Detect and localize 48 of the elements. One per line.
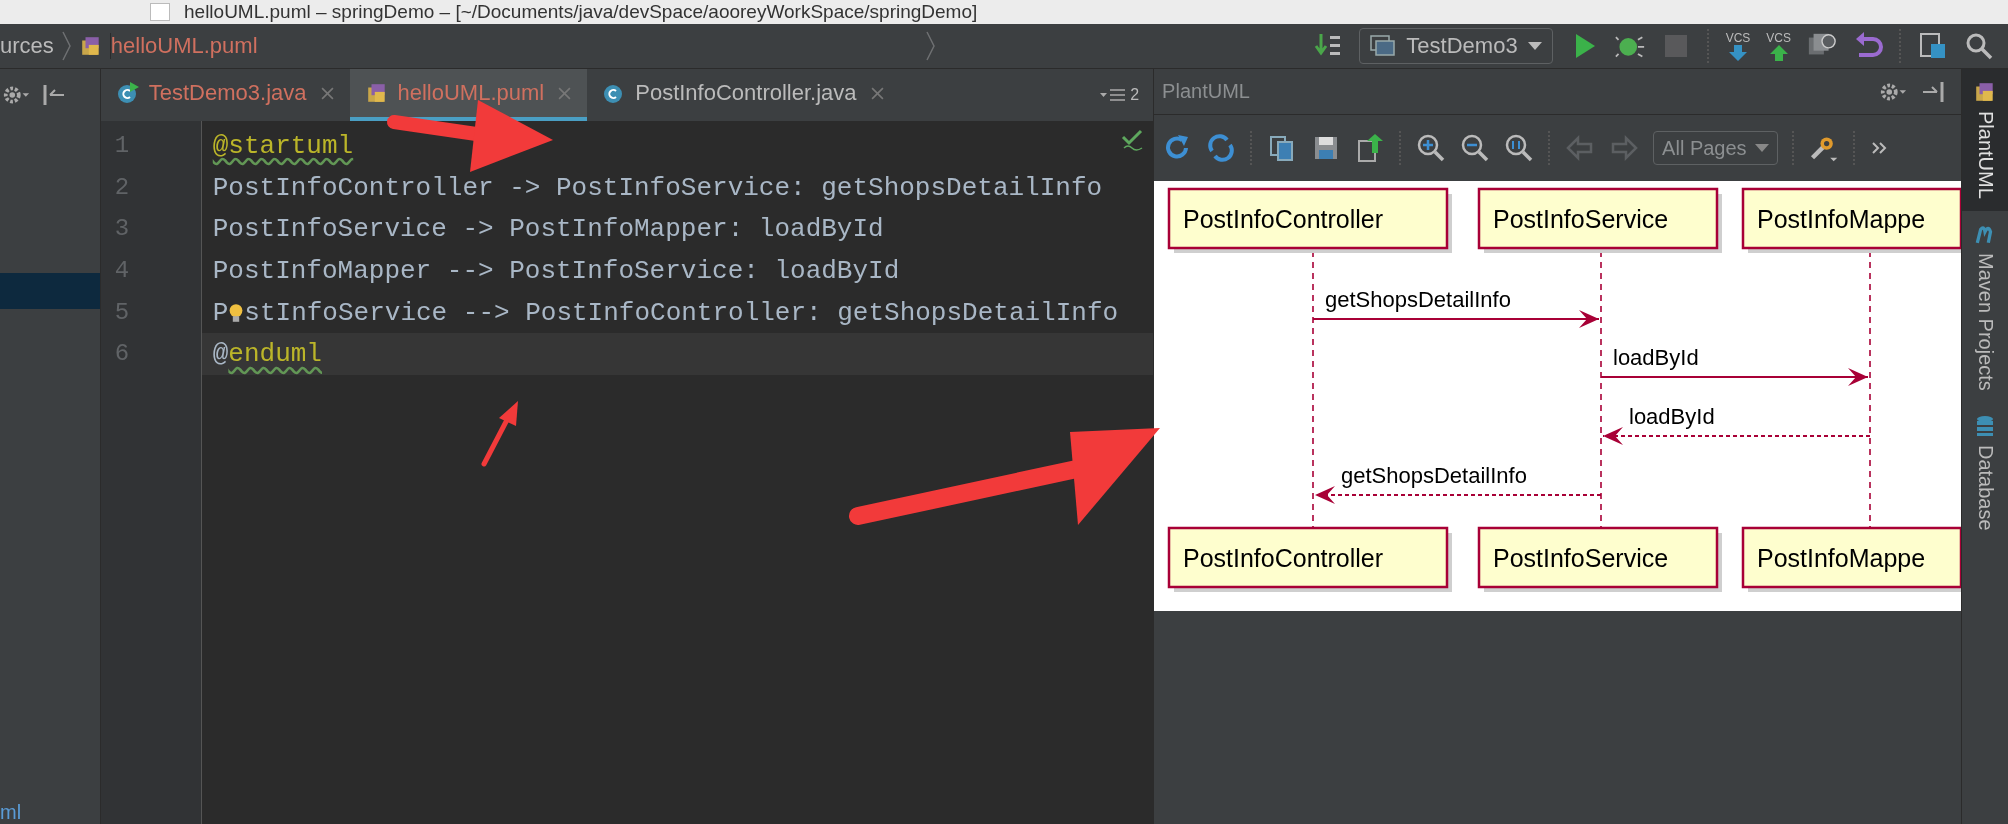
actual-size-icon[interactable] [1504,133,1535,163]
project-structure-icon[interactable] [1918,31,1948,61]
panel-title: PlantUML [1162,80,1251,103]
editor-tab[interactable]: TestDemo3.java [100,69,350,121]
run-configuration-dropdown[interactable]: TestDemo3 [1359,28,1553,64]
file-icon [365,82,388,104]
tool-window-tab[interactable]: Maven Projects [1962,210,2008,403]
down-arrow-icon [1727,44,1748,61]
close-icon[interactable] [870,86,884,100]
code-text: PostInfoService -> PostInfoMapper: loadById [212,214,884,245]
code-text: P [212,297,229,328]
editor-tab[interactable]: PostInfoController.java [587,69,900,121]
message-label: loadById [1629,404,1715,429]
annotation-arrow [481,401,518,467]
participant-box: PostInfoMappe [1741,526,1962,592]
code-text: PostInfoMapper --> PostInfoService: loadById [212,255,900,286]
tool-window-tab[interactable]: PlantUML [1962,69,2008,211]
code-text: stInfoService --> PostInfoController: getShopsDetailInfo [244,297,1119,328]
code-text: @startuml [212,130,354,161]
up-arrow-icon [1768,44,1789,61]
tab-list-button[interactable]: 2 [1094,69,1154,121]
code-text: @enduml [212,339,322,370]
message-label: getShopsDetailInfo [1325,287,1511,312]
tree-item[interactable]: ml [0,800,100,824]
file-icon [79,35,102,57]
search-icon[interactable] [1964,31,1994,61]
window-title: helloUML.puml – springDemo – [~/Documents/java/devSpace/aooreyWorkSpace/springDemo] [184,1,978,23]
list-icon [1100,88,1127,102]
window-checkbox-icon [150,3,170,21]
class-icon [116,82,139,104]
caret-icon [1527,42,1542,50]
vcs-button[interactable]: VCS [1766,31,1791,61]
message-label: loadById [1613,345,1699,370]
chevron-icon [925,31,936,61]
zoom-in-icon[interactable] [1416,133,1447,163]
caret-icon [1754,144,1769,152]
breadcrumb-item[interactable]: urces [0,33,54,59]
close-icon[interactable] [320,86,334,100]
vcs-button[interactable]: VCS [1725,31,1751,61]
window-icon [1370,35,1397,57]
pages-dropdown[interactable]: All Pages [1653,131,1778,165]
tool-window-tab[interactable]: Database [1962,402,2008,543]
code-text: PostInfoController -> PostInfoService: getShopsDetailInfo [212,172,1103,203]
participant-box: PostInfoMappe [1741,187,1962,253]
message-label: getShopsDetailInfo [1341,463,1527,488]
chevron-icon [61,31,72,61]
sync-icon[interactable] [1206,133,1237,163]
zoom-out-icon[interactable] [1460,133,1491,163]
